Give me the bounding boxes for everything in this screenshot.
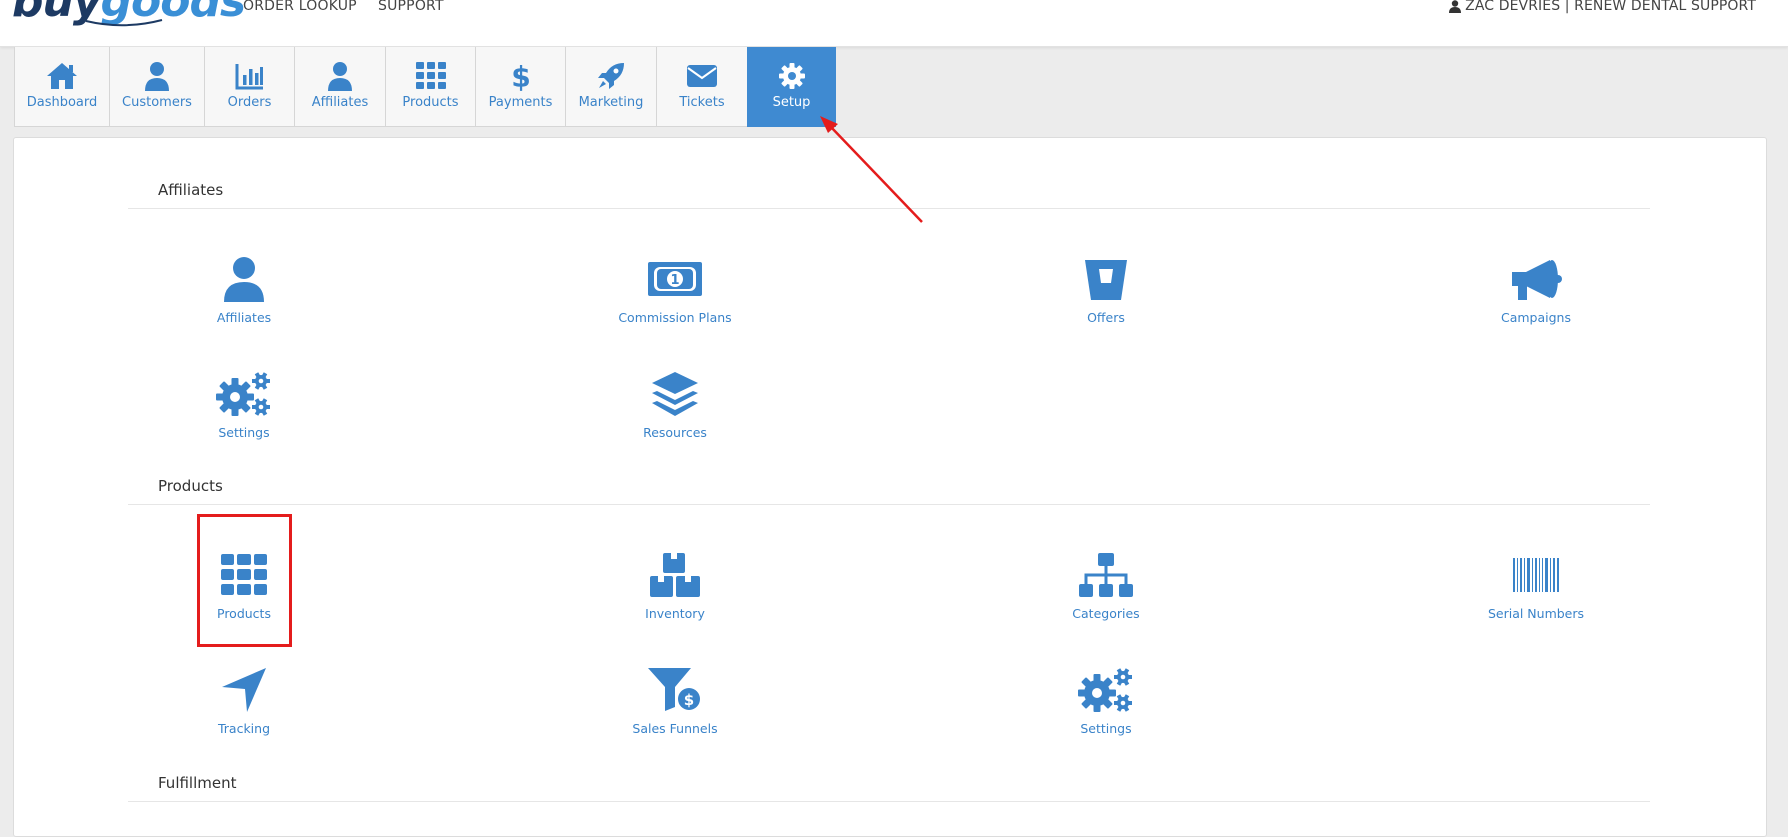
section-divider [128,801,1650,802]
user-icon [328,62,352,91]
section-divider [128,504,1650,505]
support-link[interactable]: SUPPORT [378,0,444,14]
tile-serial-numbers[interactable]: Serial Numbers [1456,552,1616,621]
main-nav: Dashboard Customers Orders Affiliates Pr… [14,47,836,127]
svg-text:$: $ [511,61,531,91]
envelope-icon [687,65,717,87]
tile-affiliate-settings[interactable]: Settings [164,371,324,440]
section-title-products: Products [158,477,223,495]
svg-text:$: $ [684,691,694,709]
money-bill-icon: 1 [648,262,702,296]
tile-label: Inventory [645,606,705,621]
tab-label: Products [402,95,459,110]
gears-icon [216,372,270,416]
tab-customers[interactable]: Customers [109,47,205,127]
tile-affiliates[interactable]: Affiliates [164,256,324,325]
sitemap-icon [1079,553,1133,597]
tile-campaigns[interactable]: Campaigns [1456,256,1616,325]
tile-label: Settings [218,425,270,440]
gear-icon [778,63,805,89]
tab-label: Affiliates [311,95,369,110]
tab-label: Payments [488,95,553,110]
user-name: ZAC DEVRIES | RENEW DENTAL SUPPORT [1465,0,1756,14]
top-bar: buygoods ORDER LOOKUP SUPPORT ZAC DEVRIE… [0,0,1788,47]
home-icon [47,63,77,89]
tile-commission-plans[interactable]: 1 Commission Plans [595,256,755,325]
bar-chart-icon [235,64,263,90]
tile-label: Commission Plans [618,310,732,325]
bucket-icon [1085,260,1127,300]
user-icon [145,62,169,91]
tab-label: Marketing [578,95,644,110]
tab-label: Tickets [679,95,725,110]
grid-icon [415,62,446,89]
highlight-box [197,514,292,647]
funnel-dollar-icon: $ [648,668,702,712]
svg-text:1: 1 [670,273,679,288]
tab-tickets[interactable]: Tickets [656,47,748,127]
tile-label: Resources [643,425,707,440]
section-divider [128,208,1650,209]
user-menu[interactable]: ZAC DEVRIES | RENEW DENTAL SUPPORT [1449,0,1756,14]
user-icon [1449,0,1462,13]
section-title-affiliates: Affiliates [158,181,224,199]
tile-categories[interactable]: Categories [1026,552,1186,621]
tile-label: Settings [1080,721,1132,736]
tab-affiliates[interactable]: Affiliates [294,47,386,127]
tab-label: Setup [772,95,811,110]
tab-dashboard[interactable]: Dashboard [14,47,110,127]
tile-label: Tracking [217,721,271,736]
tab-marketing[interactable]: Marketing [565,47,657,127]
tile-label: Sales Funnels [632,721,718,736]
tile-product-settings[interactable]: Settings [1026,667,1186,736]
tab-label: Orders [227,95,272,110]
boxes-icon [650,553,700,597]
barcode-icon [1513,558,1559,592]
location-arrow-icon [222,668,266,712]
tab-payments[interactable]: $ Payments [475,47,566,127]
user-icon [224,257,264,302]
gears-icon [1078,668,1132,712]
rocket-icon [598,63,624,89]
tab-setup[interactable]: Setup [747,47,836,127]
order-lookup-link[interactable]: ORDER LOOKUP [243,0,357,14]
tile-label: Affiliates [216,310,272,325]
section-title-fulfillment: Fulfillment [158,774,237,792]
tile-tracking[interactable]: Tracking [164,667,324,736]
tile-sales-funnels[interactable]: $ Sales Funnels [595,667,755,736]
tab-label: Customers [122,95,192,110]
tile-label: Categories [1072,606,1140,621]
tile-label: Offers [1087,310,1125,325]
tab-products[interactable]: Products [385,47,476,127]
tab-orders[interactable]: Orders [204,47,295,127]
megaphone-icon [1512,260,1562,300]
logo-swoosh-icon [85,19,163,27]
tile-offers[interactable]: Offers [1026,256,1186,325]
layers-icon [652,372,698,416]
tile-label: Serial Numbers [1487,606,1585,621]
tile-resources[interactable]: Resources [595,371,755,440]
tile-inventory[interactable]: Inventory [595,552,755,621]
dollar-icon: $ [511,61,531,91]
tab-label: Dashboard [26,95,98,110]
tile-label: Campaigns [1500,310,1571,325]
